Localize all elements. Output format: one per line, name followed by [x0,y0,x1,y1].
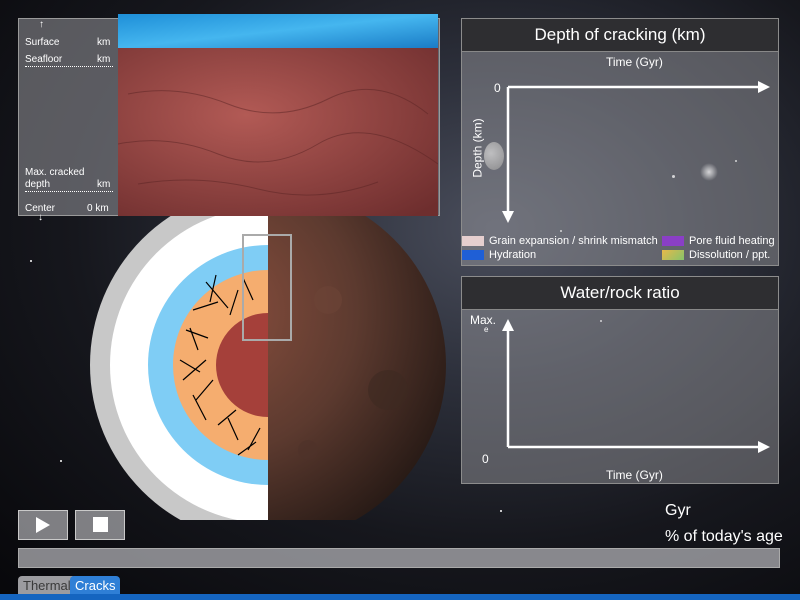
surface-unit: km [97,37,111,48]
legend-grain-expansion: Grain expansion / shrink mismatch [462,235,658,247]
star [30,260,32,262]
stop-icon [93,517,108,532]
depth-chart-axes [502,81,770,223]
water-chart-axes [502,319,770,453]
star [500,510,502,512]
bottom-accent-bar [0,594,800,600]
max-cracked-dotted-line [25,191,113,192]
play-icon [36,517,50,533]
time-gyr-readout: Gyr [665,502,691,519]
stop-button[interactable] [75,510,125,540]
legend-hydration: Hydration [462,249,536,261]
surface-label: Surface [25,37,60,48]
planet-cross-section [90,210,446,520]
center-value: 0 km [87,203,109,214]
max-cracked-unit: km [97,179,111,190]
star [60,460,62,462]
legend-dissolution: Dissolution / ppt. [662,249,770,261]
legend-swatch [462,236,484,246]
rock-texture [118,48,438,216]
ocean-water [118,14,438,48]
legend-label: Dissolution / ppt. [689,249,771,261]
time-progress-bar[interactable] [18,548,780,568]
center-arrow: ↓ [38,212,43,223]
zoomed-rock-image [118,14,438,216]
legend-swatch [462,250,484,260]
legend-swatch [662,250,684,260]
surface-arrow: ↑ [39,19,44,30]
tab-thermal[interactable]: Thermal [18,576,76,596]
depth-chart-panel: Depth of cracking (km) Time (Gyr) 0 Dept… [461,18,779,266]
water-chart-panel: Water/rock ratio Max. e 0 Time (Gyr) [461,276,779,484]
max-cracked-label-2: depth [25,179,51,190]
legend-pore-fluid: Pore fluid heating [662,235,775,247]
legend-label: Hydration [489,249,537,261]
tab-cracks[interactable]: Cracks [70,576,121,596]
seafloor-unit: km [97,54,111,65]
legend-swatch [662,236,684,246]
legend-label: Pore fluid heating [689,235,775,247]
percent-of-age-readout: % of today's age [665,528,783,545]
seafloor-label: Seafloor [25,54,63,65]
seafloor-dotted-line [25,66,113,67]
max-cracked-label-1: Max. cracked [25,167,85,178]
legend-label: Grain expansion / shrink mismatch [489,235,658,247]
play-button[interactable] [18,510,68,540]
